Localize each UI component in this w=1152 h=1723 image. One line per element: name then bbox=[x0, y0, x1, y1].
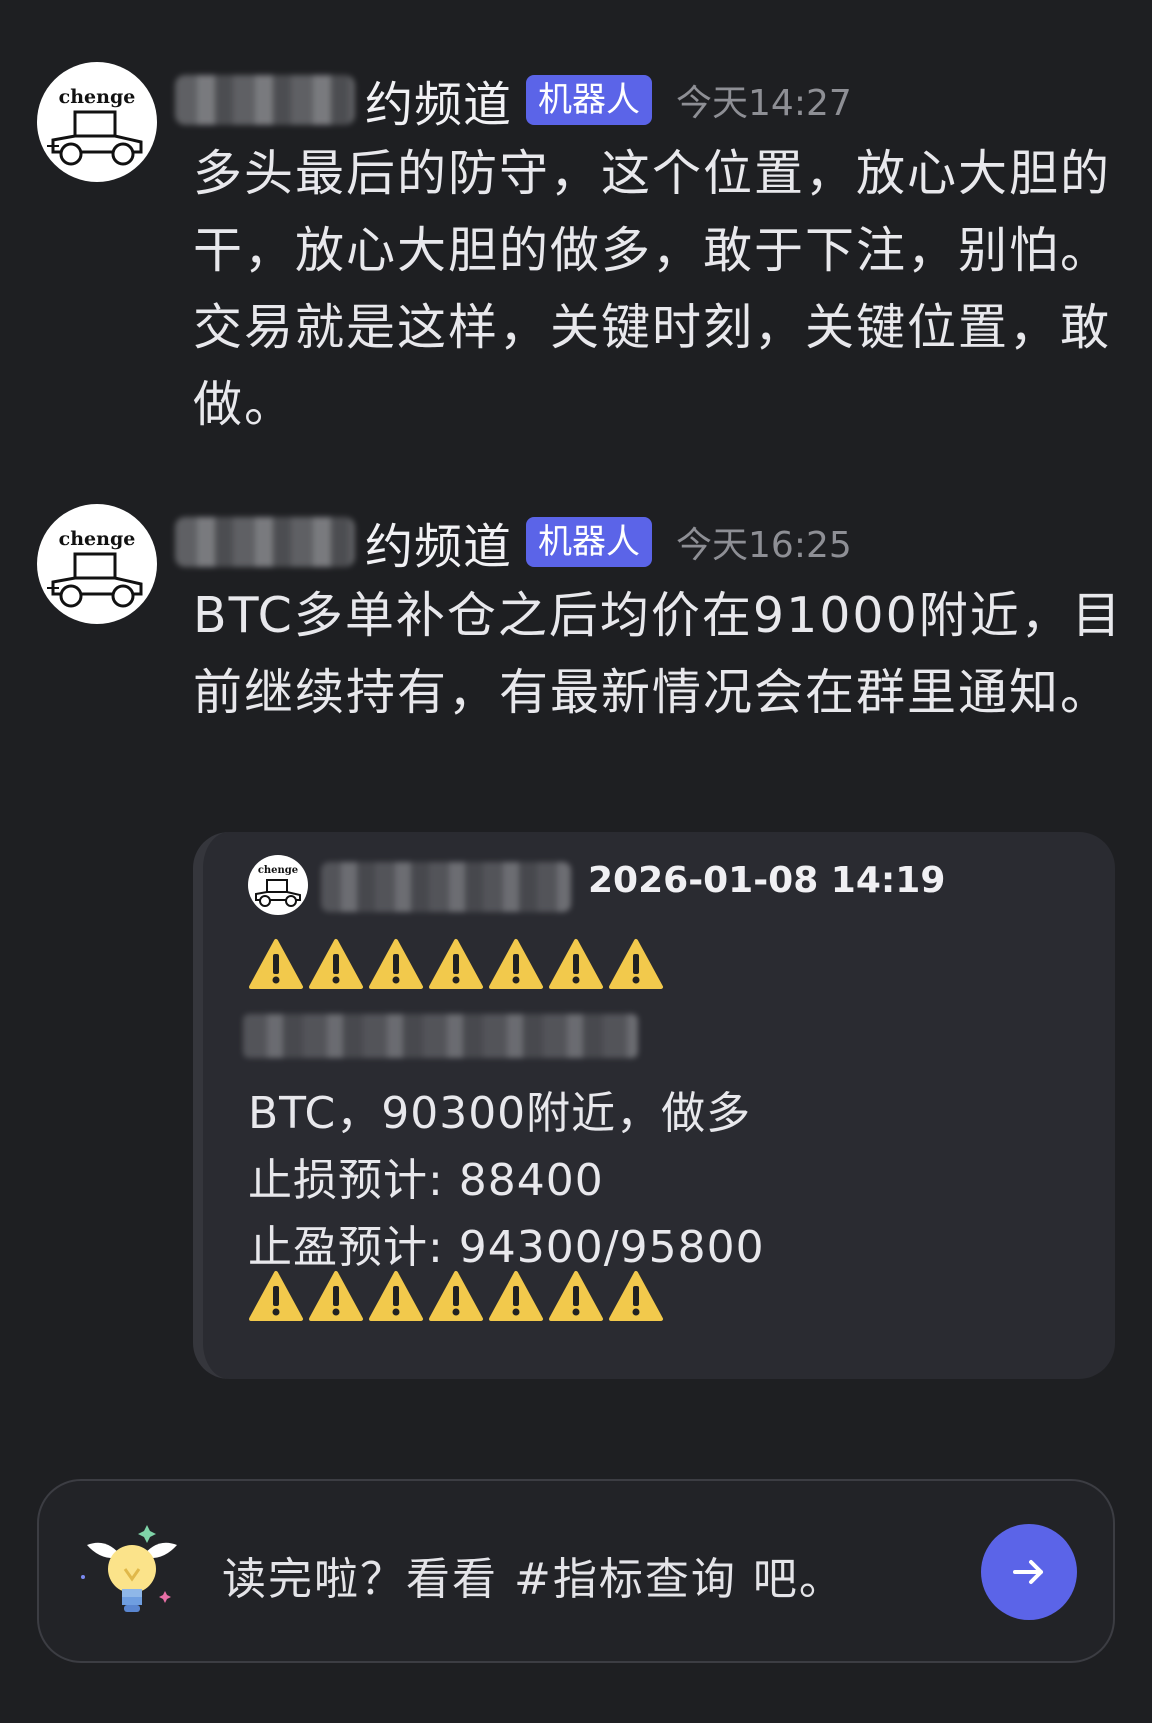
warning-icon bbox=[489, 939, 543, 989]
lightbulb-icon bbox=[81, 1525, 177, 1612]
quote-line-stop-loss: 止损预计: 88400 bbox=[248, 1155, 604, 1206]
warning-icon bbox=[609, 1271, 663, 1321]
channel-name[interactable]: 约频道 bbox=[365, 65, 512, 135]
bot-badge: 机器人 bbox=[526, 517, 653, 567]
car-icon bbox=[47, 552, 143, 608]
quote-date: 2026-01-08 14:19 bbox=[588, 860, 946, 901]
quote-line-entry: BTC，90300附近，做多 bbox=[248, 1088, 752, 1139]
composer-prompt: 读完啦？看看 #指标查询 吧。 bbox=[222, 1554, 845, 1605]
quote-line-take-profit: 止盈预计: 94300/95800 bbox=[248, 1222, 765, 1273]
redacted-strategy-title bbox=[243, 1014, 638, 1058]
warning-icon bbox=[489, 1271, 543, 1321]
timestamp: 今天14:27 bbox=[676, 83, 852, 124]
avatar-label: chenge bbox=[58, 528, 136, 550]
warning-icon bbox=[549, 1271, 603, 1321]
warning-icon bbox=[369, 1271, 423, 1321]
redacted-name bbox=[321, 862, 571, 912]
warning-icon bbox=[369, 939, 423, 989]
redacted-name bbox=[175, 517, 355, 567]
warning-icon bbox=[429, 1271, 483, 1321]
message-text: 多头最后的防守，这个位置，放心大胆的干，放心大胆的做多，敢于下注，别怕。交易就是… bbox=[193, 145, 1112, 433]
warning-icon bbox=[249, 1271, 303, 1321]
warning-icon bbox=[309, 1271, 363, 1321]
quoted-message-card[interactable]: chenge 2026-01-08 14:19 BTC，90300附近，做多 止… bbox=[193, 832, 1115, 1379]
message-header: 约频道 机器人 今天14:27 bbox=[175, 70, 852, 133]
warning-row-bottom bbox=[248, 1269, 664, 1325]
avatar-label: chenge bbox=[257, 865, 299, 876]
arrow-right-icon bbox=[1013, 1560, 1043, 1584]
timestamp: 今天16:25 bbox=[676, 525, 852, 566]
avatar-label: chenge bbox=[58, 86, 136, 108]
message-text: BTC多单补仓之后均价在91000附近，目前继续持有，有最新情况会在群里通知。 bbox=[193, 587, 1123, 721]
bot-badge: 机器人 bbox=[526, 75, 653, 125]
car-icon bbox=[47, 110, 143, 166]
avatar[interactable]: chenge bbox=[37, 504, 157, 624]
warning-icon bbox=[609, 939, 663, 989]
avatar[interactable]: chenge bbox=[37, 62, 157, 182]
channel-name[interactable]: 约频道 bbox=[365, 507, 512, 577]
redacted-name bbox=[175, 75, 355, 125]
warning-row-top bbox=[248, 937, 664, 993]
warning-icon bbox=[429, 939, 483, 989]
warning-icon bbox=[309, 939, 363, 989]
send-button[interactable] bbox=[981, 1524, 1077, 1620]
message-header: 约频道 机器人 今天16:25 bbox=[175, 512, 852, 575]
car-icon bbox=[255, 879, 301, 907]
composer-bar[interactable]: 读完啦？看看 #指标查询 吧。 bbox=[37, 1479, 1115, 1663]
warning-icon bbox=[249, 939, 303, 989]
quote-avatar: chenge bbox=[248, 855, 308, 915]
warning-icon bbox=[549, 939, 603, 989]
